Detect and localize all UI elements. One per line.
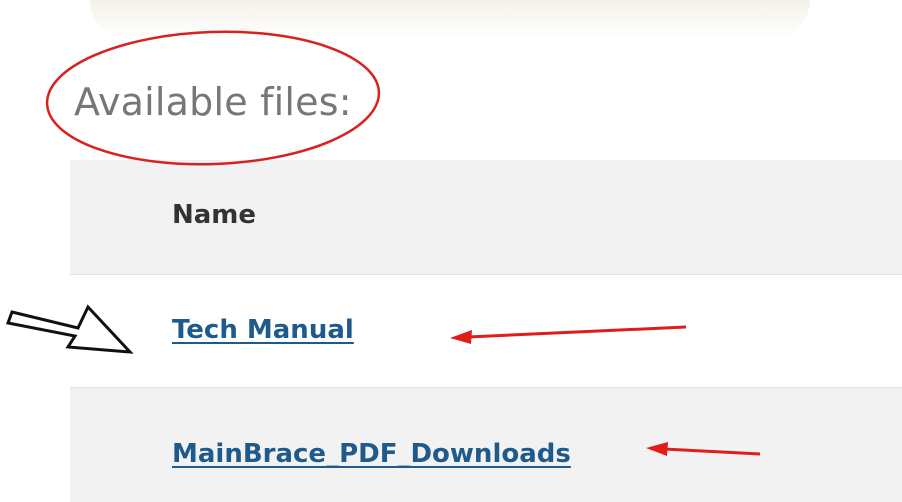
- top-shadow: [90, 0, 810, 40]
- mainbrace-pdf-downloads-link[interactable]: MainBrace_PDF_Downloads: [172, 439, 571, 469]
- table-header-row: Name: [70, 160, 902, 275]
- table-row: MainBrace_PDF_Downloads: [70, 388, 902, 502]
- name-column-header: Name: [172, 200, 257, 230]
- available-files-heading: Available files:: [74, 80, 352, 124]
- files-table: Name Tech Manual MainBrace_PDF_Downloads: [70, 160, 902, 502]
- tech-manual-link[interactable]: Tech Manual: [172, 315, 354, 345]
- table-row: Tech Manual: [70, 275, 902, 388]
